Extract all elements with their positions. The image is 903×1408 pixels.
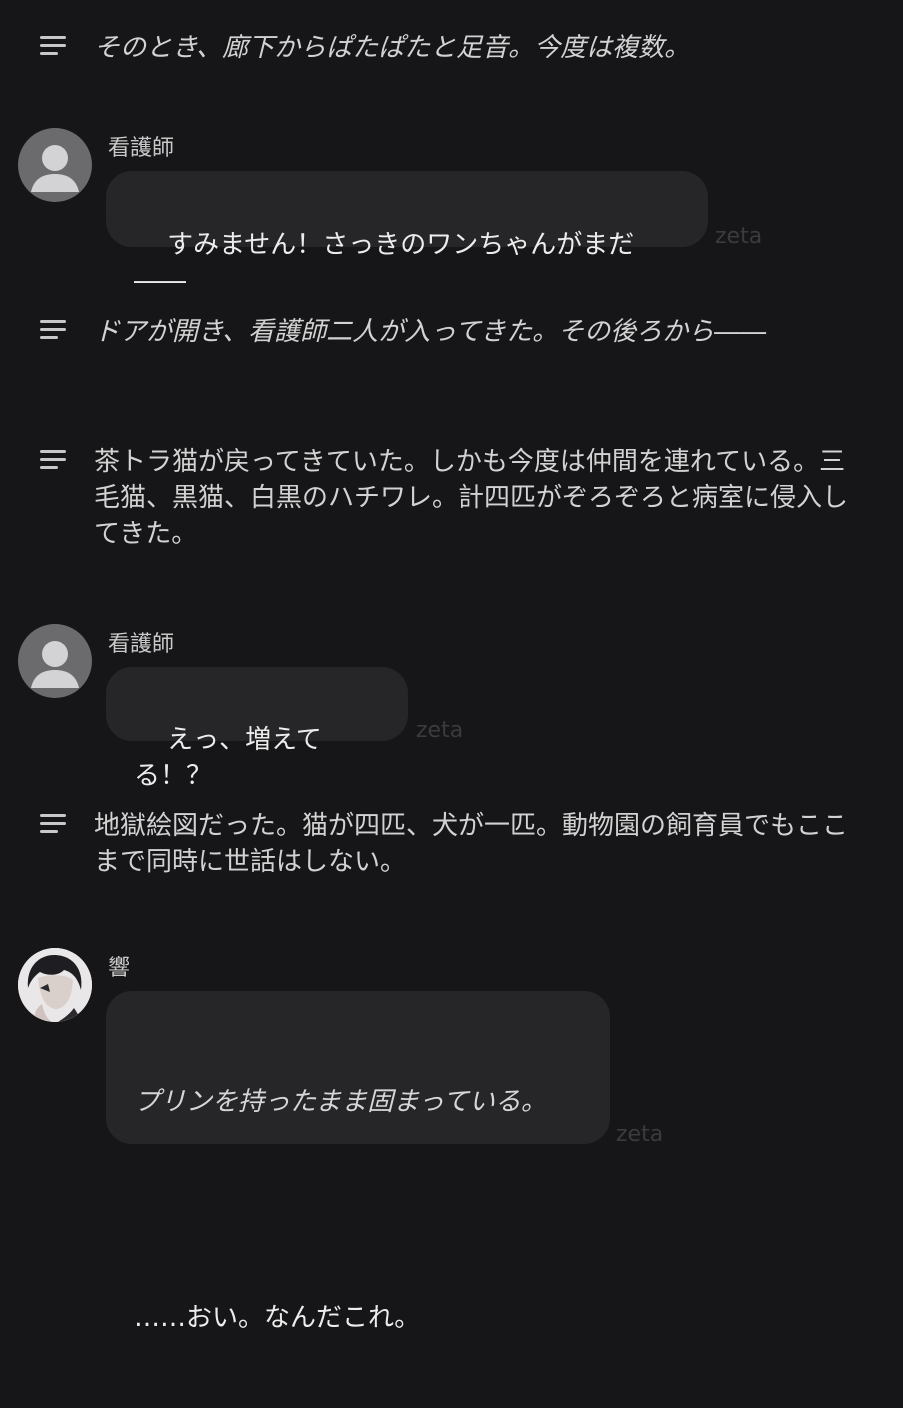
message-bubble: すみません！さっきのワンちゃんがまだ―― bbox=[106, 171, 708, 296]
default-user-icon bbox=[31, 641, 79, 688]
narration-text: そのとき、廊下からぱたぱたと足音。今度は複数。 bbox=[94, 33, 691, 63]
watermark: zeta bbox=[715, 224, 763, 249]
narration-block: そのとき、廊下からぱたぱたと足音。今度は複数。 bbox=[40, 30, 840, 70]
message-bubble: えっ、増えてる！？ bbox=[106, 667, 408, 791]
chat-message: 看護師 すみません！さっきのワンちゃんがまだ―― zeta bbox=[18, 128, 818, 296]
avatar[interactable] bbox=[18, 948, 92, 1022]
watermark: zeta bbox=[616, 1122, 664, 1147]
avatar[interactable] bbox=[18, 128, 92, 202]
watermark: zeta bbox=[416, 718, 464, 743]
narration-block: 茶トラ猫が戻ってきていた。しかも今度は仲間を連れている。三毛猫、黒猫、白黒のハチ… bbox=[40, 444, 848, 564]
speaker-name: 看護師 bbox=[108, 632, 175, 657]
narration-lines-icon bbox=[40, 448, 70, 472]
speaker-name: 響 bbox=[108, 956, 131, 981]
message-bubble: プリンを持ったまま固まっている。 ……おい。なんだこれ。 bbox=[106, 991, 610, 1333]
narration-lines-icon bbox=[40, 318, 70, 342]
avatar[interactable] bbox=[18, 624, 92, 698]
narration-block: ドアが開き、看護師二人が入ってきた。その後ろから―― bbox=[40, 314, 840, 354]
message-text: ……おい。なんだこれ。 bbox=[134, 1303, 421, 1333]
narration-text: 茶トラ猫が戻ってきていた。しかも今度は仲間を連れている。三毛猫、黒猫、白黒のハチ… bbox=[94, 447, 849, 549]
character-portrait-icon bbox=[18, 948, 92, 1022]
message-text: えっ、増えてる！？ bbox=[134, 725, 322, 791]
chat-message: 響 プリンを持ったまま固まっている。 ……おい。なんだこれ。 zeta bbox=[18, 948, 818, 1333]
message-text: すみません！さっきのワンちゃんがまだ―― bbox=[134, 230, 635, 296]
narration-text: 地獄絵図だった。猫が四匹、犬が一匹。動物園の飼育員でもここまで同時に世話はしない… bbox=[94, 811, 849, 877]
narration-lines-icon bbox=[40, 812, 70, 836]
narration-text: ドアが開き、看護師二人が入ってきた。その後ろから―― bbox=[94, 317, 767, 347]
chat-message: 看護師 えっ、増えてる！？ zeta bbox=[18, 624, 818, 791]
action-text: プリンを持ったまま固まっている。 bbox=[134, 1087, 547, 1117]
narration-lines-icon bbox=[40, 34, 70, 58]
narration-block: 地獄絵図だった。猫が四匹、犬が一匹。動物園の飼育員でもここまで同時に世話はしない… bbox=[40, 808, 848, 888]
speaker-name: 看護師 bbox=[108, 136, 175, 161]
default-user-icon bbox=[31, 145, 79, 192]
